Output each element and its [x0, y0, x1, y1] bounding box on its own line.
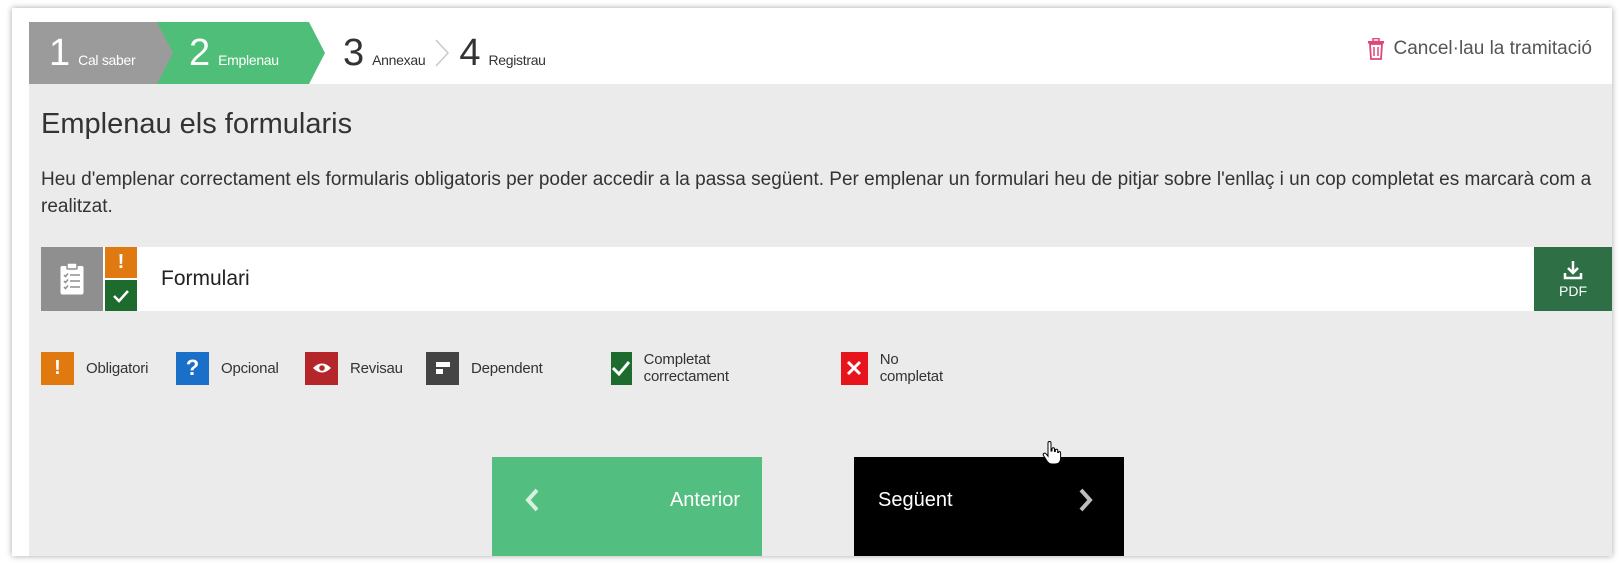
step-number: 2 [189, 32, 211, 74]
step-label: Emplenau [218, 52, 279, 68]
step-cal-saber[interactable]: 1 Cal saber [29, 22, 173, 84]
cancel-tramitacio-link[interactable]: Cancel·lau la tramitació [1367, 38, 1592, 60]
legend-item-revisau: Revisau [305, 351, 403, 385]
previous-label: Anterior [669, 489, 740, 511]
content-area: Emplenau els formularis Heu d'emplenar c… [29, 84, 1612, 556]
step-annexau: 3 Annexau [309, 22, 426, 84]
download-icon [1563, 260, 1583, 283]
check-icon [105, 280, 137, 311]
legend-label: Opcional [221, 359, 279, 377]
legend-label: Dependent [471, 359, 543, 377]
form-row: ! Formulari PDF [41, 247, 1612, 311]
step-label: Registrau [488, 52, 546, 68]
step-label: Cal saber [78, 52, 136, 68]
legend-label: Completat correctament [643, 351, 729, 385]
tramitacio-panel: 1 Cal saber 2 Emplenau 3 Annexau 4 Regis… [12, 8, 1612, 556]
step-emplenau[interactable]: 2 Emplenau [157, 22, 325, 84]
question-icon: ? [176, 351, 209, 385]
step-number: 4 [459, 32, 481, 74]
page-title: Emplenau els formularis [41, 108, 353, 140]
trash-icon [1367, 38, 1385, 60]
legend-label: Obligatori [86, 359, 149, 377]
step-registrau: 4 Registrau [459, 22, 546, 84]
legend-item-completat: Completat correctament [611, 351, 741, 385]
required-badge: ! [105, 247, 137, 278]
pdf-label: PDF [1559, 282, 1587, 299]
step-label: Annexau [372, 52, 426, 68]
previous-button[interactable]: Anterior [492, 457, 762, 556]
step-number: 3 [343, 32, 365, 74]
x-icon [841, 351, 868, 385]
legend-item-obligatori: ! Obligatori [41, 351, 148, 385]
pdf-download-button[interactable]: PDF [1534, 247, 1612, 311]
chevron-right-icon [425, 22, 459, 84]
exclamation-icon: ! [41, 351, 74, 385]
cancel-label: Cancel·lau la tramitació [1393, 38, 1592, 59]
form-link[interactable]: Formulari [161, 267, 250, 291]
chevron-left-icon [524, 487, 540, 519]
clipboard-icon [41, 247, 103, 311]
legend-label: Revisau [350, 359, 403, 377]
legend-item-opcional: ? Opcional [176, 351, 279, 385]
check-icon [611, 351, 632, 385]
legend-item-dependent: Dependent [426, 351, 543, 385]
chevron-right-icon [1078, 487, 1094, 519]
page-description: Heu d'emplenar correctament els formular… [41, 169, 1592, 217]
legend-label: No completat [879, 351, 943, 385]
next-label: Següent [878, 489, 953, 511]
hand-cursor-icon [1042, 440, 1062, 470]
step-number: 1 [49, 32, 71, 74]
legend-item-no-completat: No completat [841, 351, 949, 385]
next-button[interactable]: Següent [854, 457, 1124, 556]
stepper: 1 Cal saber 2 Emplenau 3 Annexau 4 Regis… [29, 22, 546, 84]
eye-icon [305, 351, 338, 385]
dependent-icon [426, 351, 459, 385]
